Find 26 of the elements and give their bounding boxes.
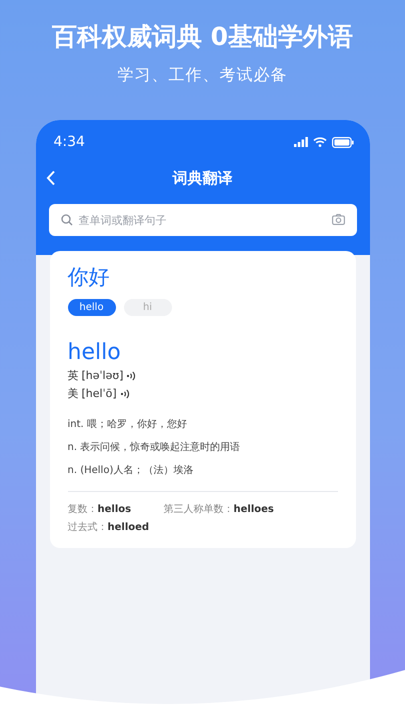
back-button[interactable]	[46, 169, 58, 187]
definition-text: n. (Hello)人名；（法）埃洛	[68, 464, 194, 477]
wifi-icon	[312, 137, 326, 147]
battery-icon	[332, 136, 354, 148]
definition-text: n. 表示问候，惊奇或唤起注意时的用语	[68, 440, 240, 454]
status-time: 4:34	[54, 134, 85, 150]
entry-word: hello	[68, 340, 121, 365]
translation-tag[interactable]: hello	[68, 299, 116, 316]
phonetic-text: [helˈō]	[82, 387, 117, 400]
pronunciation-region: 美	[68, 386, 78, 401]
search-icon	[60, 214, 72, 226]
subtitle: 学习、工作、考试必备	[117, 65, 288, 86]
word-form: 过去式：helloed	[68, 520, 150, 534]
camera-icon[interactable]	[332, 214, 344, 225]
speaker-icon[interactable]	[126, 370, 136, 380]
search-field[interactable]: 查单词或翻译句子	[48, 204, 356, 236]
nav-title: 词典翻译	[172, 168, 232, 188]
pronunciation-region: 英	[68, 368, 78, 383]
headline: 百科权威词典 0基础学外语	[52, 21, 354, 53]
word-form: 复数：hellos	[68, 503, 132, 516]
query-text: 你好	[68, 264, 110, 291]
phonetic-text: [həˈləʊ]	[82, 369, 124, 382]
speaker-icon[interactable]	[120, 388, 130, 398]
definition-text: int. 喂；哈罗，你好，您好	[68, 418, 188, 431]
signal-icon	[294, 137, 308, 147]
word-form: 第三人称单数：helloes	[164, 502, 274, 516]
